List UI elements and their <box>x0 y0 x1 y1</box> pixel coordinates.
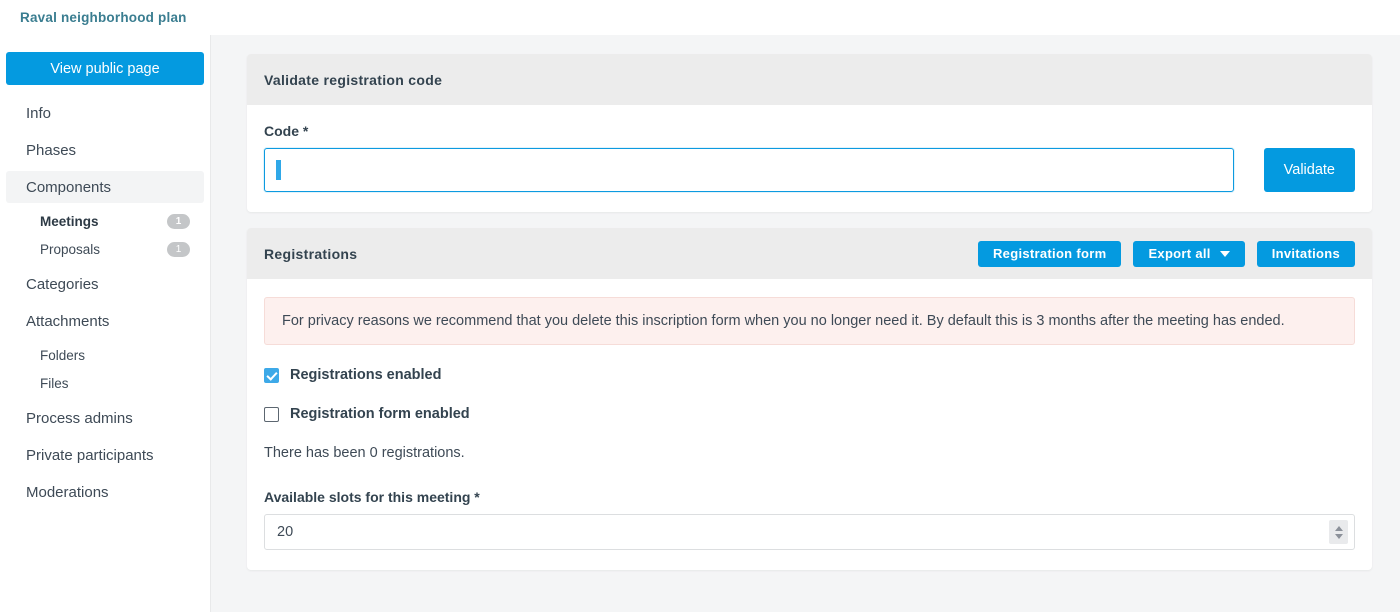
stepper-down-icon[interactable] <box>1334 533 1343 539</box>
export-all-button[interactable]: Export all <box>1133 240 1245 267</box>
code-label: Code * <box>264 123 309 139</box>
registrations-card: Registrations Registration form Export a… <box>247 228 1372 570</box>
top-bar: Raval neighborhood plan <box>0 0 1400 35</box>
registration-form-enabled-label: Registration form enabled <box>290 406 470 422</box>
sidebar-item-label: Categories <box>26 275 99 293</box>
sidebar-item-label: Moderations <box>26 483 109 501</box>
available-slots-label: Available slots for this meeting * <box>264 489 480 505</box>
code-row: Validate <box>264 148 1355 192</box>
sidebar-item-meetings[interactable]: Meetings 1 <box>6 208 204 235</box>
text-caret <box>276 160 281 180</box>
sidebar-item-label: Attachments <box>26 312 110 330</box>
sidebar-item-info[interactable]: Info <box>6 97 204 129</box>
sidebar-item-components[interactable]: Components <box>6 171 204 203</box>
registrations-count-text: There has been 0 registrations. <box>264 445 465 461</box>
sidebar-item-folders[interactable]: Folders <box>6 342 204 369</box>
sidebar-item-private-participants[interactable]: Private participants <box>6 439 204 471</box>
registration-form-enabled-row[interactable]: Registration form enabled <box>264 406 1355 422</box>
registrations-header-actions: Registration form Export all Invitations <box>977 240 1355 267</box>
registrations-enabled-row[interactable]: Registrations enabled <box>264 367 1355 383</box>
registrations-enabled-label: Registrations enabled <box>290 367 442 383</box>
sidebar-item-label: Info <box>26 104 52 122</box>
validate-registration-code-card: Validate registration code Code * Valida… <box>247 54 1372 212</box>
sidebar-item-label: Private participants <box>26 446 154 464</box>
registrations-card-title: Registrations <box>264 245 358 262</box>
registrations-enabled-checkbox[interactable] <box>264 367 279 383</box>
sidebar-item-files[interactable]: Files <box>6 370 204 397</box>
code-input[interactable] <box>264 148 1234 192</box>
export-all-label: Export all <box>1148 246 1211 261</box>
view-public-page-button[interactable]: View public page <box>6 52 204 85</box>
main-content: Validate registration code Code * Valida… <box>211 35 1400 612</box>
sidebar-item-process-admins[interactable]: Process admins <box>6 402 204 434</box>
stepper-up-icon[interactable] <box>1334 525 1343 531</box>
chevron-down-icon <box>1219 250 1230 257</box>
sidebar-item-label: Components <box>26 178 112 196</box>
registrations-card-body: For privacy reasons we recommend that yo… <box>247 279 1372 570</box>
available-slots-value: 20 <box>277 524 294 540</box>
sidebar-item-label: Meetings <box>40 214 99 229</box>
registration-form-enabled-checkbox[interactable] <box>264 406 279 422</box>
sidebar-item-label: Folders <box>40 348 86 363</box>
sidebar-item-label: Process admins <box>26 409 133 427</box>
sidebar-item-label: Files <box>40 376 69 391</box>
number-stepper[interactable] <box>1329 520 1348 544</box>
validate-card-title: Validate registration code <box>264 71 443 88</box>
registration-form-button[interactable]: Registration form <box>977 240 1122 267</box>
sidebar-item-proposals[interactable]: Proposals 1 <box>6 236 204 263</box>
validate-card-header: Validate registration code <box>247 54 1372 105</box>
sidebar: View public page Info Phases Components … <box>0 35 211 612</box>
validate-card-body: Code * Validate <box>247 105 1372 212</box>
sidebar-item-label: Phases <box>26 141 77 159</box>
page-frame: View public page Info Phases Components … <box>0 35 1400 612</box>
page-title: Raval neighborhood plan <box>20 10 187 25</box>
registrations-card-header: Registrations Registration form Export a… <box>247 228 1372 279</box>
sidebar-item-moderations[interactable]: Moderations <box>6 476 204 508</box>
sidebar-badge-meetings: 1 <box>167 214 190 229</box>
sidebar-item-attachments[interactable]: Attachments <box>6 305 204 337</box>
sidebar-badge-proposals: 1 <box>167 242 190 257</box>
sidebar-item-categories[interactable]: Categories <box>6 268 204 300</box>
validate-button[interactable]: Validate <box>1263 148 1355 192</box>
privacy-alert: For privacy reasons we recommend that yo… <box>264 297 1355 345</box>
invitations-button[interactable]: Invitations <box>1256 240 1355 267</box>
available-slots-input[interactable]: 20 <box>264 514 1355 550</box>
sidebar-item-label: Proposals <box>40 242 101 257</box>
sidebar-item-phases[interactable]: Phases <box>6 134 204 166</box>
